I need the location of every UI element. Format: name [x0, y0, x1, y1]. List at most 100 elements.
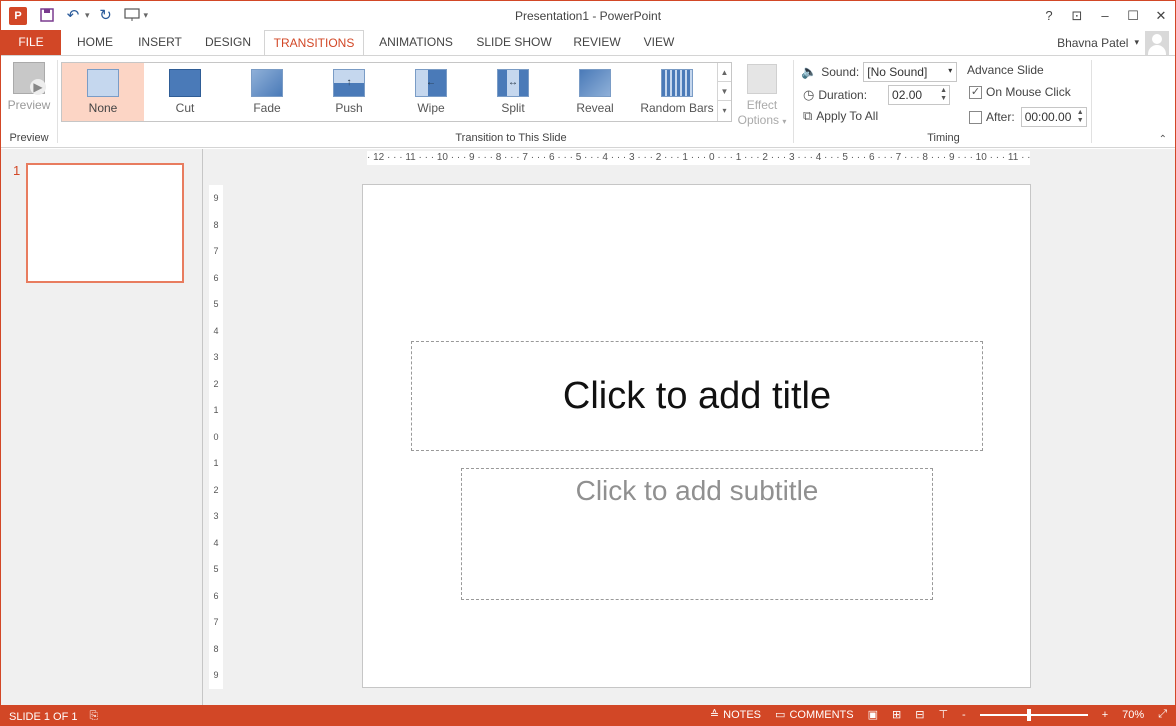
- group-separator: [1091, 60, 1092, 143]
- ruler-tick-label: 8: [213, 643, 219, 654]
- tab-view[interactable]: VIEW: [635, 30, 683, 55]
- gallery-more-icon[interactable]: ▾: [718, 101, 731, 120]
- normal-view-icon[interactable]: ▣: [868, 708, 878, 721]
- collapse-ribbon-icon[interactable]: ⌃: [1159, 134, 1167, 145]
- window-controls: ? ⊡ – ☐ ✕: [1035, 1, 1175, 30]
- horizontal-ruler: · 12 · · · 11 · · · 10 · · · 9 · · · 8 ·…: [367, 151, 1030, 165]
- group-separator: [57, 60, 58, 143]
- effect-options-button[interactable]: Effect Options ▾: [737, 62, 787, 127]
- work-area: 1 · 12 · · · 11 · · · 10 · · · 9 · · · 8…: [1, 149, 1175, 705]
- tab-home[interactable]: HOME: [67, 30, 123, 55]
- slide-thumbnails-pane: 1: [1, 149, 203, 705]
- transition-wipe[interactable]: ← Wipe: [390, 63, 472, 121]
- advance-slide-heading: Advance Slide: [967, 63, 1044, 77]
- zoom-level[interactable]: 70%: [1122, 709, 1144, 721]
- close-button[interactable]: ✕: [1147, 1, 1175, 30]
- transition-none[interactable]: None: [62, 63, 144, 121]
- transition-reveal[interactable]: Reveal: [554, 63, 636, 121]
- transition-label: Push: [335, 101, 363, 115]
- on-mouse-click-row[interactable]: ✓ On Mouse Click: [969, 85, 1071, 99]
- after-checkbox[interactable]: [969, 110, 982, 124]
- ruler-tick-label: 6: [213, 272, 219, 283]
- subtitle-placeholder[interactable]: Click to add subtitle: [461, 468, 933, 600]
- slide-canvas[interactable]: Click to add title Click to add subtitle: [362, 184, 1031, 688]
- transition-cut-icon: [169, 69, 201, 97]
- ribbon-display-options-button[interactable]: ⊡: [1063, 1, 1091, 30]
- help-button[interactable]: ?: [1035, 1, 1063, 30]
- on-mouse-click-checkbox[interactable]: ✓: [969, 85, 982, 99]
- tab-animations[interactable]: ANIMATIONS: [371, 30, 461, 55]
- duration-input[interactable]: 02.00 ▲ ▼: [888, 85, 951, 105]
- spell-check-icon[interactable]: ⎘: [89, 710, 98, 723]
- tab-review[interactable]: REVIEW: [567, 30, 627, 55]
- effect-options-label-1: Effect: [746, 98, 778, 112]
- group-label-preview: Preview: [9, 132, 49, 144]
- minimize-button[interactable]: –: [1091, 1, 1119, 30]
- zoom-slider-thumb[interactable]: [1026, 708, 1031, 721]
- gallery-scroll-down-icon[interactable]: ▼: [718, 82, 731, 101]
- advance-slide-title: Advance Slide: [967, 63, 1044, 77]
- window-title: Presentation1 - PowerPoint: [514, 9, 662, 23]
- transition-random-bars[interactable]: Random Bars: [636, 63, 718, 121]
- tab-file[interactable]: FILE: [1, 30, 61, 55]
- preview-button[interactable]: Preview: [3, 62, 55, 118]
- status-left: SLIDE 1 OF 1 ⎘: [9, 710, 98, 723]
- transition-label: Fade: [253, 101, 281, 115]
- ribbon-tabs: FILE HOME INSERT DESIGN TRANSITIONS ANIM…: [1, 30, 1175, 57]
- notes-button[interactable]: ≙ NOTES: [710, 708, 761, 722]
- tab-design[interactable]: DESIGN: [197, 30, 259, 55]
- after-value: 00:00.00: [1024, 110, 1072, 124]
- transition-split[interactable]: ↔ Split: [472, 63, 554, 121]
- slide-count: SLIDE 1 OF 1: [9, 710, 78, 723]
- transition-random-bars-icon: [661, 69, 693, 97]
- slide-thumbnail[interactable]: [26, 163, 184, 283]
- sound-label: Sound:: [821, 65, 860, 79]
- on-mouse-click-label: On Mouse Click: [986, 85, 1071, 99]
- gallery-scroller: ▲ ▼ ▾: [717, 63, 731, 121]
- spinner-icon[interactable]: ▲ ▼: [1077, 109, 1084, 125]
- tab-transitions[interactable]: TRANSITIONS: [264, 30, 364, 57]
- zoom-slider[interactable]: [979, 708, 1088, 721]
- duration-value: 02.00: [892, 88, 923, 102]
- ruler-tick-label: 9: [213, 670, 219, 680]
- zoom-in-button[interactable]: +: [1102, 709, 1108, 721]
- transition-fade[interactable]: Fade: [226, 63, 308, 121]
- effect-options-icon: [747, 64, 777, 94]
- transition-split-icon: ↔: [497, 69, 529, 97]
- sound-select-value: [No Sound]: [867, 65, 928, 79]
- chevron-down-icon: ▾: [948, 66, 953, 75]
- title-placeholder[interactable]: Click to add title: [411, 341, 983, 451]
- tab-insert[interactable]: INSERT: [131, 30, 189, 55]
- reading-view-icon[interactable]: ⊟: [915, 708, 924, 721]
- ruler-tick-label: 9: [213, 193, 219, 203]
- transition-cut[interactable]: Cut: [144, 63, 226, 121]
- fit-slide-icon[interactable]: ⤢: [1158, 708, 1167, 721]
- group-label-transition: Transition to This Slide: [455, 132, 567, 144]
- comments-button[interactable]: ▭ COMMENTS: [775, 708, 854, 722]
- status-right: ≙ NOTES ▭ COMMENTS ▣ ⊞ ⊟ ⊤ - + 70% ⤢: [710, 708, 1167, 721]
- slide-sorter-icon[interactable]: ⊞: [892, 708, 901, 721]
- user-account[interactable]: Bhavna Patel ▾: [1057, 30, 1169, 55]
- spinner-icon[interactable]: ▲ ▼: [940, 87, 947, 103]
- user-name: Bhavna Patel: [1057, 35, 1129, 50]
- user-menu-caret-icon: ▾: [1134, 37, 1139, 47]
- apply-to-all-button[interactable]: ⧉ Apply To All: [803, 108, 878, 124]
- powerpoint-window: P ↶ ▾ ↻ ▾ Presentation1 - PowerPoint ? ⊡…: [0, 0, 1176, 726]
- ruler-tick-label: 0: [213, 431, 219, 442]
- transition-push[interactable]: ↑ Push: [308, 63, 390, 121]
- transition-reveal-icon: [579, 69, 611, 97]
- gallery-scroll-up-icon[interactable]: ▲: [718, 63, 731, 82]
- zoom-out-button[interactable]: -: [962, 709, 966, 721]
- comments-icon: ▭: [775, 709, 786, 721]
- ruler-tick-label: 3: [213, 511, 219, 521]
- ruler-tick-label: 5: [213, 299, 219, 309]
- slide-show-icon[interactable]: ⊤: [938, 708, 948, 721]
- maximize-button[interactable]: ☐: [1119, 1, 1147, 30]
- ruler-tick-label: 6: [213, 590, 219, 601]
- after-input[interactable]: 00:00.00 ▲ ▼: [1020, 107, 1087, 127]
- slide-number: 1: [13, 163, 21, 178]
- sound-select[interactable]: [No Sound] ▾: [863, 62, 958, 82]
- ruler-tick-label: 1: [213, 405, 219, 415]
- tab-slide-show[interactable]: SLIDE SHOW: [471, 30, 557, 55]
- comments-label: COMMENTS: [789, 708, 854, 721]
